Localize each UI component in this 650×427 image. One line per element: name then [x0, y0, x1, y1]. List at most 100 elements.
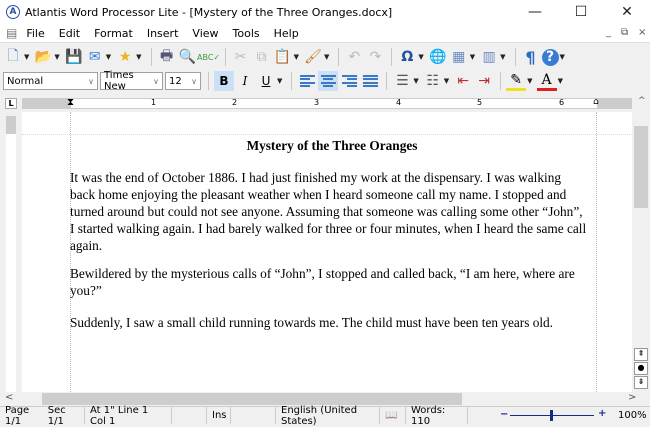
app-logo-icon: A	[6, 5, 20, 19]
chevron-down-icon[interactable]: ▼	[106, 53, 111, 61]
pilcrow-icon[interactable]: ¶	[521, 47, 541, 67]
print-icon[interactable]: 🖶	[157, 47, 177, 67]
italic-button[interactable]: I	[235, 71, 255, 91]
indent-marker-icon[interactable]: ⧗	[67, 97, 74, 108]
separator	[208, 72, 209, 90]
horizontal-ruler[interactable]: L ⧗ ⌂ 1 2 3 4 5 6 ^	[0, 95, 650, 112]
menu-file[interactable]: File	[19, 27, 51, 40]
paste-icon[interactable]: 📋	[273, 47, 293, 67]
decrease-indent-icon[interactable]: ⇤	[453, 71, 473, 91]
vertical-ruler-bar	[6, 134, 16, 392]
minimize-button[interactable]: —	[512, 0, 558, 24]
columns-icon[interactable]: ▥	[479, 47, 499, 67]
right-margin-guide	[596, 112, 597, 392]
underline-button[interactable]: U	[256, 71, 276, 91]
menu-insert[interactable]: Insert	[140, 27, 186, 40]
chevron-down-icon[interactable]: ▼	[560, 53, 565, 61]
section-status: Sec 1/1	[47, 404, 66, 427]
doc-close-icon[interactable]: ×	[638, 27, 646, 38]
top-margin-zone	[6, 116, 16, 134]
align-center-button[interactable]	[318, 71, 339, 91]
chevron-down-icon: ∨	[191, 76, 197, 86]
book-icon[interactable]: 📖	[380, 407, 406, 424]
menu-tools[interactable]: Tools	[226, 27, 267, 40]
insert-table-icon[interactable]: ▦	[449, 47, 469, 67]
document-page[interactable]: Mystery of the Three Oranges It was the …	[22, 112, 632, 392]
browse-object-icon[interactable]: ●	[634, 362, 648, 375]
scroll-left-icon[interactable]: <	[5, 392, 13, 403]
status-bar: Page 1/1 Sec 1/1 At 1" Line 1 Col 1 Ins …	[0, 404, 650, 427]
vertical-scroll-thumb[interactable]	[634, 126, 648, 208]
ruler-label: 1	[151, 98, 157, 107]
chevron-down-icon[interactable]: ▼	[24, 53, 29, 61]
page-status: Page 1/1	[5, 404, 30, 427]
zoom-in-button[interactable]: +	[598, 408, 606, 419]
zoom-slider-thumb[interactable]	[550, 410, 554, 421]
right-indent-marker-icon[interactable]: ⌂	[593, 97, 599, 107]
open-folder-icon[interactable]: 📂	[33, 47, 53, 67]
chevron-down-icon[interactable]: ▼	[418, 53, 423, 61]
menu-view[interactable]: View	[185, 27, 225, 40]
maximize-button[interactable]: ☐	[558, 0, 604, 24]
chevron-down-icon[interactable]: ▼	[294, 53, 299, 61]
scroll-up-icon[interactable]: ^	[638, 96, 646, 106]
menu-edit[interactable]: Edit	[52, 27, 87, 40]
favorites-star-icon[interactable]: ★	[115, 47, 135, 67]
insert-mode[interactable]: Ins	[207, 407, 231, 424]
scroll-right-icon[interactable]: >	[628, 392, 636, 403]
print-preview-icon[interactable]: 🔍	[178, 47, 198, 67]
chevron-down-icon[interactable]: ▼	[324, 53, 329, 61]
spellcheck-icon[interactable]: ABC✓	[197, 47, 220, 67]
previous-page-icon[interactable]: ⇞	[634, 348, 648, 361]
chevron-down-icon[interactable]: ▼	[413, 77, 418, 85]
align-right-button[interactable]	[339, 71, 359, 91]
menu-format[interactable]: Format	[87, 27, 140, 40]
font-color-icon[interactable]: A	[536, 71, 557, 91]
align-left-button[interactable]	[297, 71, 317, 91]
chevron-down-icon[interactable]: ▼	[54, 53, 59, 61]
justify-button[interactable]	[360, 71, 380, 91]
font-select[interactable]: Times New ∨	[100, 70, 163, 92]
numbered-list-icon[interactable]: ☷	[423, 71, 443, 91]
chevron-down-icon[interactable]: ▼	[527, 77, 532, 85]
bullet-list-icon[interactable]: ☰	[392, 71, 412, 91]
format-painter-icon[interactable]: 🖌	[303, 47, 323, 67]
undo-icon[interactable]: ↶	[344, 47, 364, 67]
chevron-down-icon[interactable]: ▼	[500, 53, 505, 61]
chevron-down-icon[interactable]: ▼	[444, 77, 449, 85]
font-size-select[interactable]: 12 ∨	[165, 72, 201, 90]
chevron-down-icon[interactable]: ▼	[470, 53, 475, 61]
chevron-down-icon[interactable]: ▼	[558, 77, 563, 85]
help-icon[interactable]: ?	[541, 48, 559, 66]
font-value: Times New	[104, 70, 134, 92]
chevron-down-icon[interactable]: ▼	[277, 77, 282, 85]
vertical-ruler	[0, 112, 22, 392]
tab-stop-selector[interactable]: L	[5, 98, 17, 109]
style-select[interactable]: Normal ∨	[3, 72, 98, 90]
formatting-toolbar: Normal ∨ Times New ∨ 12 ∨ B I U ▼ ☰ ▼ ☷ ▼ ⇤ ⇥ …	[0, 69, 650, 93]
save-icon[interactable]: 💾	[64, 47, 84, 67]
redo-icon[interactable]: ↷	[365, 47, 385, 67]
insert-symbol-icon[interactable]: Ω	[397, 47, 417, 67]
vertical-scrollbar[interactable]: ⇞ ● ⇟	[632, 112, 650, 392]
separator	[514, 48, 516, 66]
document-title: Mystery of the Three Oranges	[246, 138, 418, 153]
increase-indent-icon[interactable]: ⇥	[474, 71, 494, 91]
horizontal-scroll-thumb[interactable]	[42, 393, 462, 405]
highlight-icon[interactable]: ✎	[506, 71, 527, 91]
doc-restore-icon[interactable]: ⧉	[621, 27, 628, 38]
doc-minimize-icon[interactable]: _	[606, 27, 611, 38]
zoom-out-button[interactable]: −	[500, 409, 508, 420]
hyperlink-globe-icon[interactable]: 🌐	[428, 47, 448, 67]
chevron-down-icon[interactable]: ▼	[136, 53, 141, 61]
bold-button[interactable]: B	[214, 71, 234, 91]
copy-icon[interactable]: ⧉	[252, 47, 272, 67]
new-document-icon[interactable]: 🗋	[3, 47, 23, 67]
cut-icon[interactable]: ✂	[231, 47, 251, 67]
close-button[interactable]: ✕	[604, 0, 650, 24]
email-icon[interactable]: ✉	[85, 47, 105, 67]
next-page-icon[interactable]: ⇟	[634, 376, 648, 389]
language-status[interactable]: English (United States)	[276, 405, 380, 427]
menu-help[interactable]: Help	[267, 27, 306, 40]
text-line: turned around but could not see anyone. …	[70, 204, 583, 219]
